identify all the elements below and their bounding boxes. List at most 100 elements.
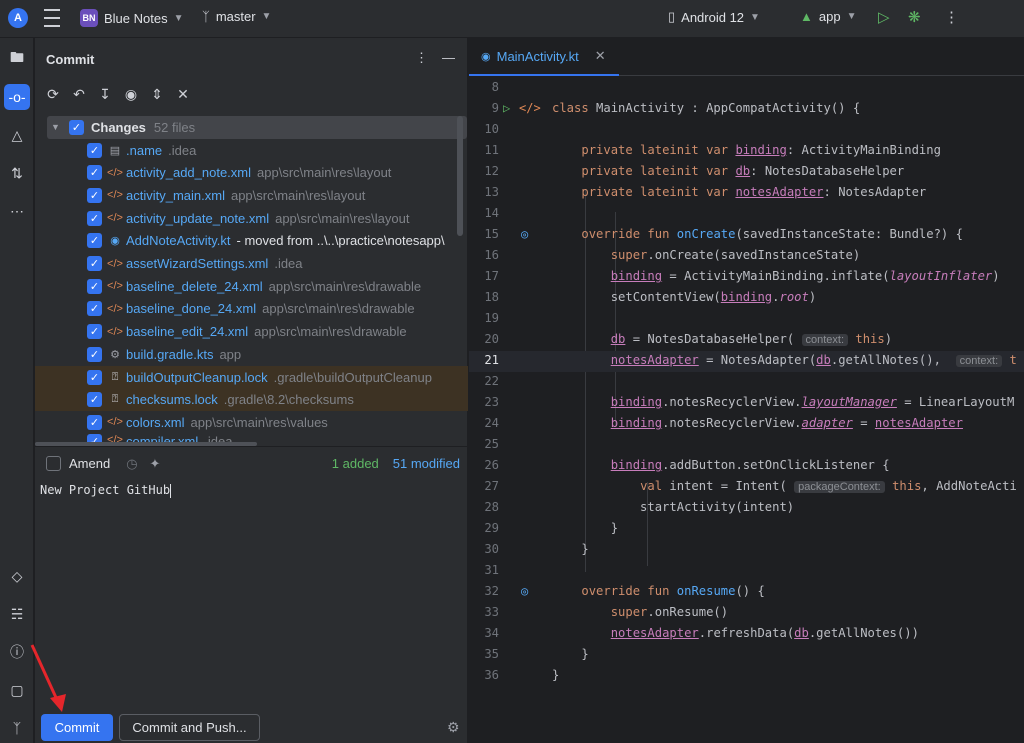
commit-message-input[interactable]: New Project GitHub bbox=[40, 483, 172, 498]
line-number: 34 bbox=[484, 626, 499, 640]
gem-icon[interactable]: ◇ bbox=[4, 563, 30, 589]
project-selector[interactable]: BN Blue Notes ▼ bbox=[80, 9, 184, 27]
file-checkbox[interactable]: ✓ bbox=[87, 165, 102, 181]
refresh-icon[interactable]: ⟳ bbox=[45, 86, 61, 103]
terminal-icon[interactable]: ▢ bbox=[4, 677, 30, 703]
vertical-scrollbar[interactable] bbox=[457, 116, 463, 236]
file-checkbox[interactable]: ✓ bbox=[87, 210, 102, 226]
file-row[interactable]: ✓ ⚙ build.gradle.kts app bbox=[35, 343, 468, 366]
commit-and-push-button[interactable]: Commit and Push... bbox=[119, 714, 260, 741]
file-name: baseline_delete_24.xml bbox=[126, 278, 263, 294]
file-row[interactable]: ✓ ▤ .name .idea bbox=[35, 139, 468, 162]
file-path: app\src\main\res\drawable bbox=[268, 278, 422, 294]
line-number: 18 bbox=[484, 290, 499, 304]
file-checkbox[interactable]: ✓ bbox=[87, 233, 102, 249]
line-number: 19 bbox=[484, 311, 499, 325]
expand-all-icon[interactable]: ⇕ bbox=[149, 86, 165, 103]
file-checkbox[interactable]: ✓ bbox=[87, 187, 102, 203]
file-name: .name bbox=[126, 142, 163, 158]
override-gutter-icon[interactable]: ◎ bbox=[521, 584, 528, 598]
file-row[interactable]: ✓ </> activity_add_note.xml app\src\main… bbox=[35, 161, 468, 184]
collapse-all-icon[interactable]: ✕ bbox=[175, 86, 191, 103]
git-icon[interactable]: ᛉ bbox=[4, 715, 30, 741]
options-icon[interactable]: ⋮ bbox=[415, 50, 428, 66]
run-button[interactable]: ▷ bbox=[878, 8, 890, 26]
line-number: 22 bbox=[484, 374, 499, 388]
history-icon[interactable]: ◷ bbox=[126, 456, 137, 472]
file-name: checksums.lock bbox=[126, 392, 218, 408]
text-cursor bbox=[170, 483, 172, 498]
file-checkbox[interactable]: ✓ bbox=[87, 369, 102, 385]
pull-requests-icon[interactable]: ⇅ bbox=[4, 160, 30, 186]
file-row[interactable]: ✓ </> baseline_done_24.xml app\src\main\… bbox=[35, 298, 468, 321]
file-row[interactable]: ✓ </> activity_main.xml app\src\main\res… bbox=[35, 184, 468, 207]
file-path: app\src\main\res\drawable bbox=[262, 301, 415, 317]
file-checkbox[interactable]: ✓ bbox=[87, 346, 102, 362]
file-checkbox[interactable]: ✓ bbox=[87, 392, 102, 408]
file-row[interactable]: ✓ ⍰ checksums.lock .gradle\8.2\checksums bbox=[35, 388, 468, 412]
xml-icon: </> bbox=[107, 280, 123, 293]
file-row[interactable]: ✓ ⍰ buildOutputCleanup.lock .gradle\buil… bbox=[35, 365, 468, 389]
close-icon[interactable]: ✕ bbox=[595, 48, 606, 64]
panel-title: Commit bbox=[46, 52, 95, 67]
ai-sparkle-icon[interactable]: ✦ bbox=[150, 456, 161, 472]
line-number: 13 bbox=[484, 185, 499, 199]
amend-label[interactable]: Amend bbox=[69, 456, 110, 471]
xml-link-icon[interactable]: </> bbox=[519, 101, 541, 115]
file-checkbox[interactable]: ✓ bbox=[87, 142, 102, 158]
branch-selector[interactable]: ᛉ master ▼ bbox=[202, 9, 271, 24]
main-menu-icon[interactable] bbox=[42, 9, 62, 27]
rollback-icon[interactable]: ↶ bbox=[71, 86, 87, 103]
code-editor[interactable]: ◉ MainActivity.kt ✕ 8 9 ▷ </> class MainAct… bbox=[469, 38, 1024, 743]
eye-icon[interactable]: ◉ bbox=[123, 86, 139, 103]
override-gutter-icon[interactable]: ◎ bbox=[521, 227, 528, 241]
file-checkbox[interactable]: ✓ bbox=[87, 414, 102, 430]
xml-icon: </> bbox=[107, 325, 123, 338]
android-icon: ▲ bbox=[800, 9, 813, 24]
file-checkbox[interactable]: ✓ bbox=[87, 256, 102, 272]
problems-icon[interactable]: ⓘ bbox=[4, 639, 30, 665]
folder-icon[interactable]: 🖿 bbox=[4, 46, 30, 72]
more-icon[interactable]: ⋮ bbox=[944, 8, 959, 26]
kotlin-class-icon: ◉ bbox=[110, 235, 120, 248]
changes-group-row[interactable]: ▼ ✓ Changes 52 files bbox=[47, 116, 467, 139]
android-bot-icon[interactable]: ☵ bbox=[4, 601, 30, 627]
file-row[interactable]: ✓ </> baseline_delete_24.xml app\src\mai… bbox=[35, 275, 468, 298]
added-count[interactable]: 1 added bbox=[332, 456, 379, 471]
debug-icon[interactable]: ❋ bbox=[908, 8, 921, 26]
file-row[interactable]: ✓ </> assetWizardSettings.xml .idea bbox=[35, 252, 468, 275]
run-gutter-icon[interactable]: ▷ bbox=[503, 101, 510, 115]
file-checkbox[interactable]: ✓ bbox=[87, 278, 102, 294]
more-tools-icon[interactable]: ⋯ bbox=[4, 198, 30, 224]
amend-checkbox[interactable] bbox=[46, 456, 61, 471]
app-logo-icon[interactable]: A bbox=[8, 8, 28, 28]
changes-checkbox[interactable]: ✓ bbox=[69, 119, 84, 135]
tab-label: MainActivity.kt bbox=[496, 48, 579, 64]
file-row[interactable]: ✓ ◉ AddNoteActivity.kt - moved from ..\.… bbox=[35, 230, 468, 253]
modified-count[interactable]: 51 modified bbox=[393, 456, 460, 471]
commit-icon[interactable]: -o- bbox=[4, 84, 30, 110]
title-bar: A BN Blue Notes ▼ ᛉ master ▼ ▯ Android 1… bbox=[0, 0, 1024, 38]
gear-icon[interactable]: ⚙ bbox=[447, 719, 460, 736]
unknown-file-icon: ⍰ bbox=[111, 393, 119, 406]
changes-tree: ▼ ✓ Changes 52 files ✓ ▤ .name .idea ✓ <… bbox=[35, 116, 468, 482]
branch-name: master bbox=[215, 9, 256, 24]
commit-button[interactable]: Commit bbox=[41, 714, 113, 741]
xml-icon: </> bbox=[107, 212, 123, 225]
file-row[interactable]: ✓ </> baseline_edit_24.xml app\src\main\… bbox=[35, 320, 468, 343]
file-checkbox[interactable]: ✓ bbox=[87, 301, 102, 317]
line-number: 33 bbox=[484, 605, 499, 619]
file-path: app\src\main\res\layout bbox=[275, 210, 410, 226]
shelve-icon[interactable]: ↧ bbox=[97, 86, 113, 103]
chevron-down-icon[interactable]: ▼ bbox=[51, 122, 65, 132]
device-selector[interactable]: ▯ Android 12 ▼ bbox=[668, 9, 760, 25]
line-number: 31 bbox=[484, 563, 499, 577]
tab-mainactivity[interactable]: ◉ MainActivity.kt ✕ bbox=[469, 38, 619, 76]
file-row[interactable]: ✓ </> colors.xml app\src\main\res\values bbox=[35, 411, 468, 434]
file-path: app\src\main\res\layout bbox=[257, 165, 392, 181]
minimize-icon[interactable]: — bbox=[442, 50, 455, 66]
structure-icon[interactable]: △ bbox=[4, 122, 30, 148]
run-config-selector[interactable]: ▲ app ▼ bbox=[800, 9, 856, 24]
file-checkbox[interactable]: ✓ bbox=[87, 324, 102, 340]
file-row[interactable]: ✓ </> activity_update_note.xml app\src\m… bbox=[35, 207, 468, 230]
